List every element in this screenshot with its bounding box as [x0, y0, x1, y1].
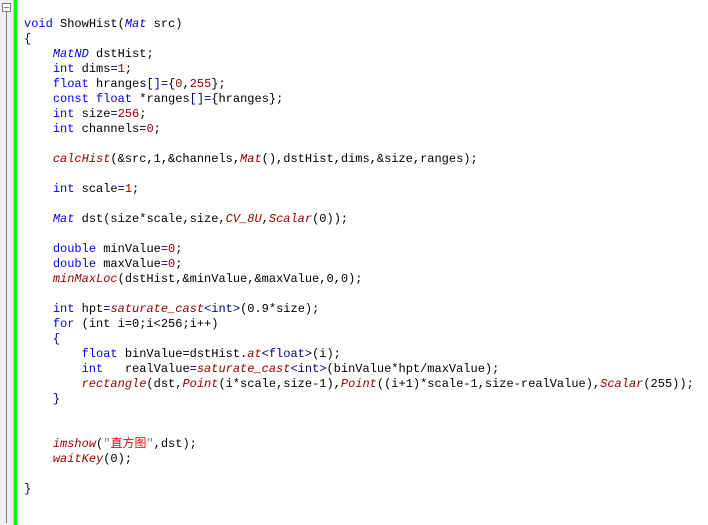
tpl-int: <int> — [204, 302, 240, 316]
tpl-float: <float> — [262, 347, 312, 361]
lit-0b: 0 — [146, 122, 153, 136]
kw-int3: int — [53, 122, 75, 136]
var-hpt: hpt — [82, 302, 104, 316]
var-binvalue: binValue — [125, 347, 183, 361]
args-calchist2: (),dstHist,dims,&size,ranges); — [262, 152, 478, 166]
var-minvalue: minValue — [103, 242, 161, 256]
var-hranges: hranges — [96, 77, 146, 91]
lit-0c: 0 — [168, 242, 175, 256]
args-at: (i); — [312, 347, 341, 361]
args-wait: (0); — [103, 452, 132, 466]
var-realvalue: realValue — [125, 362, 190, 376]
op-arr2: []= — [190, 92, 212, 106]
kw-for: for — [53, 317, 75, 331]
kw-int4: int — [53, 182, 75, 196]
type-matnd: MatND — [53, 47, 89, 61]
keyword-void: void — [24, 17, 53, 31]
fn-minmaxloc: minMaxLoc — [53, 272, 118, 286]
op-arr: []= — [146, 77, 168, 91]
cv8u: CV_8U — [226, 212, 262, 226]
kw-float: float — [53, 77, 89, 91]
fn-calchist: calcHist — [53, 152, 111, 166]
kw-int6: int — [82, 362, 104, 376]
lit-0d: 0 — [168, 257, 175, 271]
var-dims: dims — [82, 62, 111, 76]
param-src: src — [154, 17, 176, 31]
fn-name: ShowHist — [60, 17, 118, 31]
op-eq8: = — [190, 362, 197, 376]
lit-255: 255 — [190, 77, 212, 91]
fold-guide-line — [6, 12, 7, 523]
var-channels: channels — [82, 122, 140, 136]
fn-waitkey: waitKey — [53, 452, 103, 466]
kw-int5: int — [53, 302, 75, 316]
var-size: size — [82, 107, 111, 121]
fn-mat: Mat — [240, 152, 262, 166]
code-editor[interactable]: void ShowHist(Mat src) { MatND dstHist; … — [0, 0, 708, 525]
kw-int: int — [53, 62, 75, 76]
kw-float3: float — [82, 347, 118, 361]
args-p2: ((i+1)*scale-1,size-realValue), — [377, 377, 600, 391]
args-p1: (i*scale,size-1), — [218, 377, 340, 391]
fn-rectangle: rectangle — [82, 377, 147, 391]
kw-double: double — [53, 242, 96, 256]
op-eq2: = — [110, 107, 117, 121]
args-minmaxloc: (dstHist,&minValue,&maxValue,0,0); — [118, 272, 363, 286]
var-dst: dst — [82, 212, 104, 226]
type-mat2: Mat — [53, 212, 75, 226]
fn-at: at — [247, 347, 261, 361]
fn-point1: Point — [182, 377, 218, 391]
kw-double2: double — [53, 257, 96, 271]
args-scalar255: (255)); — [643, 377, 693, 391]
for-cond: (int i=0;i<256;i++) — [82, 317, 219, 331]
lit-1: 1 — [118, 62, 125, 76]
args-imshow-end: ,dst); — [154, 437, 197, 451]
kw-int2: int — [53, 107, 75, 121]
lit-256: 256 — [118, 107, 140, 121]
args-real: (binValue*hpt/maxValue); — [326, 362, 499, 376]
fn-satcast2: saturate_cast — [197, 362, 291, 376]
var-ranges: *ranges — [139, 92, 189, 106]
code-area[interactable]: void ShowHist(Mat src) { MatND dstHist; … — [14, 0, 708, 525]
fn-imshow: imshow — [53, 437, 96, 451]
fn-scalar2: Scalar — [600, 377, 643, 391]
args-dst: (size*scale,size, — [103, 212, 225, 226]
tpl-int2: <int> — [290, 362, 326, 376]
active-block-highlight — [14, 0, 17, 525]
var-scale: scale — [82, 182, 118, 196]
op-eq: = — [110, 62, 117, 76]
type-mat: Mat — [125, 17, 147, 31]
lit-1b: 1 — [125, 182, 132, 196]
str-q2: " — [146, 437, 153, 451]
eq-at: =dstHist. — [182, 347, 247, 361]
args-hpt: (0.9*size); — [240, 302, 319, 316]
fn-scalar: Scalar — [269, 212, 312, 226]
op-eq5: = — [161, 242, 168, 256]
kw-float2: float — [96, 92, 132, 106]
fold-gutter — [0, 0, 14, 525]
kw-const: const — [53, 92, 89, 106]
args-calchist: (&src,1,&channels, — [110, 152, 240, 166]
var-maxvalue: maxValue — [103, 257, 161, 271]
fn-point2: Point — [341, 377, 377, 391]
args-rect: (dst, — [146, 377, 182, 391]
var-dsthist: dstHist — [96, 47, 146, 61]
op-eq4: = — [118, 182, 125, 196]
op-eq6: = — [161, 257, 168, 271]
fold-minus-icon[interactable] — [2, 3, 11, 12]
fn-satcast: saturate_cast — [110, 302, 204, 316]
args-scalar0: (0)); — [312, 212, 348, 226]
str-hist: 直方图 — [110, 437, 146, 451]
lit-0a: 0 — [175, 77, 182, 91]
